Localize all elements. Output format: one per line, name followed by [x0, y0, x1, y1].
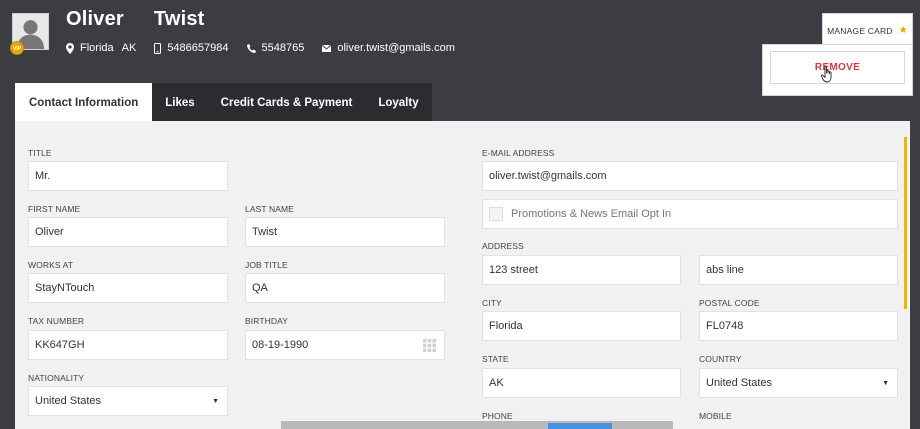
guest-mobile: 5486657984 [167, 42, 229, 54]
country-label: COUNTRY [699, 354, 742, 364]
state-input[interactable]: AK [482, 368, 681, 398]
profile-tabs: Contact Information Likes Credit Cards &… [15, 83, 432, 122]
works-at-input[interactable]: StayNTouch [28, 273, 228, 303]
country-select[interactable]: United States ▼ [699, 368, 898, 398]
contact-information-panel: TITLE Mr. FIRST NAME Oliver LAST NAME Tw… [15, 121, 910, 429]
birthday-value: 08-19-1990 [252, 339, 309, 351]
tab-likes[interactable]: Likes [152, 83, 208, 122]
phone-label: PHONE [482, 411, 513, 421]
country-value: United States [706, 377, 773, 389]
job-title-input[interactable]: QA [245, 273, 445, 303]
first-name-input[interactable]: Oliver [28, 217, 228, 247]
address-line1-input[interactable]: 123 street [482, 255, 681, 285]
city-label: CITY [482, 298, 502, 308]
works-at-label: WORKS AT [28, 260, 74, 270]
last-name-label: LAST NAME [245, 204, 294, 214]
manage-card-label: MANAGE CARD [827, 25, 893, 36]
guest-last-name: Twist [153, 8, 205, 30]
promotions-optin[interactable]: Promotions & News Email Opt In [482, 199, 898, 229]
birthday-input[interactable]: 08-19-1990 [245, 330, 445, 360]
title-label: TITLE [28, 148, 52, 158]
promotions-optin-checkbox[interactable] [489, 207, 503, 221]
mobile-phone-icon [154, 42, 162, 54]
state-label: STATE [482, 354, 509, 364]
birthday-label: BIRTHDAY [245, 316, 288, 326]
mobile-label: MOBILE [699, 411, 732, 421]
postal-code-input[interactable]: FL0748 [699, 311, 898, 341]
bottom-action-button[interactable] [548, 423, 612, 429]
calendar-icon[interactable] [423, 339, 436, 352]
email-label: E-MAIL ADDRESS [482, 148, 555, 158]
tab-loyalty[interactable]: Loyalty [365, 83, 432, 122]
guest-email: oliver.twist@gmails.com [337, 42, 455, 54]
city-input[interactable]: Florida [482, 311, 681, 341]
job-title-label: JOB TITLE [245, 260, 288, 270]
manage-card-button[interactable]: MANAGE CARD ★ [822, 13, 913, 47]
title-input[interactable]: Mr. [28, 161, 228, 191]
guest-state: AK [121, 42, 137, 54]
caret-down-icon: ▼ [212, 397, 219, 405]
tab-credit-cards-payment[interactable]: Credit Cards & Payment [207, 83, 366, 122]
caret-down-icon: ▼ [882, 379, 889, 387]
tax-number-label: TAX NUMBER [28, 316, 85, 326]
nationality-label: NATIONALITY [28, 373, 85, 383]
guest-contact-row: Florida AK 5486657984 5548765 oliver.twi… [66, 42, 473, 54]
mobile-item: 5486657984 [154, 42, 229, 54]
guest-phone: 5548765 [261, 42, 305, 54]
scrollbar-thumb[interactable] [904, 137, 907, 309]
vip-badge: VIP [10, 41, 24, 55]
promotions-optin-label: Promotions & News Email Opt In [511, 208, 672, 220]
remove-button[interactable]: REMOVE [770, 51, 905, 84]
location-pin-icon [66, 42, 74, 54]
location-item: Florida AK [66, 42, 136, 54]
email-item: oliver.twist@gmails.com [322, 42, 455, 54]
phone-icon [246, 43, 256, 53]
guest-first-name: Oliver [66, 8, 124, 30]
tab-contact-information[interactable]: Contact Information [15, 83, 153, 122]
tax-number-input[interactable]: KK647GH [28, 330, 228, 360]
guest-name: Oliver Twist [66, 8, 205, 31]
star-icon: ★ [898, 25, 908, 36]
last-name-input[interactable]: Twist [245, 217, 445, 247]
phone-item: 5548765 [246, 42, 305, 54]
manage-card-dropdown: REMOVE [762, 44, 913, 96]
hand-cursor-icon [821, 65, 832, 83]
address-line2-input[interactable]: abs line [699, 255, 898, 285]
nationality-value: United States [35, 395, 102, 407]
envelope-icon [322, 44, 332, 52]
postal-code-label: POSTAL CODE [699, 298, 760, 308]
nationality-select[interactable]: United States ▼ [28, 386, 228, 416]
first-name-label: FIRST NAME [28, 204, 81, 214]
bottom-action-bar [281, 421, 673, 429]
guest-city: Florida [80, 42, 114, 54]
address-label: ADDRESS [482, 241, 524, 251]
email-input[interactable]: oliver.twist@gmails.com [482, 161, 898, 191]
